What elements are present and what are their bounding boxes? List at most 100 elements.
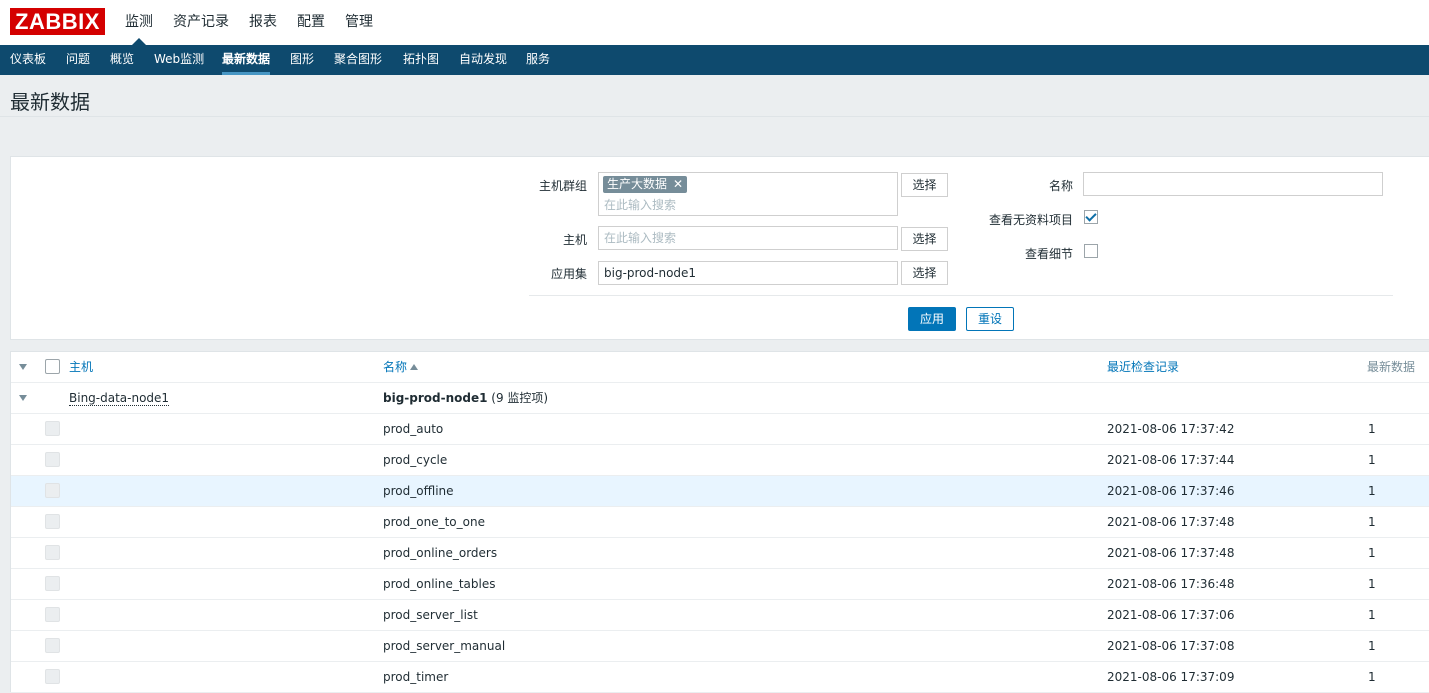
sort-asc-icon bbox=[410, 364, 419, 370]
sub-nav-latest-data[interactable]: 最新数据 bbox=[222, 45, 271, 75]
host-group-tag-label: 生产大数据 bbox=[607, 177, 668, 191]
host-input[interactable]: 在此输入搜索 bbox=[598, 226, 898, 250]
name-label: 名称 bbox=[1048, 179, 1073, 193]
table-row: prod_server_list 2021-08-06 17:37:06 1 bbox=[11, 600, 1429, 631]
show-details-checkbox[interactable] bbox=[1084, 244, 1098, 258]
main-nav-inventory[interactable]: 资产记录 bbox=[173, 0, 229, 45]
item-name: prod_timer bbox=[383, 670, 449, 684]
row-checkbox[interactable] bbox=[45, 514, 60, 529]
item-last-value: 1 bbox=[1368, 608, 1376, 622]
item-last-value: 1 bbox=[1368, 484, 1376, 498]
latest-data-table: 主机 名称 最近检查记录 最新数据 Bing-data-node1 big-pr… bbox=[10, 351, 1429, 693]
host-group-label: 主机群组 bbox=[538, 179, 587, 193]
reset-button[interactable]: 重设 bbox=[966, 307, 1014, 331]
main-nav-administration[interactable]: 管理 bbox=[345, 0, 373, 45]
host-group-placeholder: 在此输入搜索 bbox=[604, 198, 677, 212]
host-group-select-button[interactable]: 选择 bbox=[901, 173, 948, 197]
select-all-checkbox[interactable] bbox=[45, 359, 60, 374]
title-divider bbox=[0, 116, 1429, 117]
table-row: prod_offline 2021-08-06 17:37:46 1 bbox=[11, 476, 1429, 507]
column-name[interactable]: 名称 bbox=[383, 352, 419, 382]
row-checkbox[interactable] bbox=[45, 421, 60, 436]
item-name: prod_cycle bbox=[383, 453, 448, 467]
main-nav-monitoring[interactable]: 监测 bbox=[125, 0, 153, 45]
main-nav-reports[interactable]: 报表 bbox=[249, 0, 277, 45]
name-input[interactable] bbox=[1083, 172, 1383, 196]
table-row: prod_server_manual 2021-08-06 17:37:08 1 bbox=[11, 631, 1429, 662]
show-no-data-label: 查看无资料项目 bbox=[988, 213, 1073, 227]
item-name: prod_server_list bbox=[383, 608, 478, 622]
item-name: prod_offline bbox=[383, 484, 454, 498]
application-select-button[interactable]: 选择 bbox=[901, 261, 948, 285]
sub-nav-graphs[interactable]: 图形 bbox=[290, 45, 314, 75]
host-select-button[interactable]: 选择 bbox=[901, 227, 948, 251]
row-checkbox[interactable] bbox=[45, 607, 60, 622]
table-row: prod_online_orders 2021-08-06 17:37:48 1 bbox=[11, 538, 1429, 569]
item-last-check: 2021-08-06 17:37:48 bbox=[1107, 546, 1235, 560]
column-last-value: 最新数据 bbox=[1367, 360, 1416, 374]
table-row: prod_one_to_one 2021-08-06 17:37:48 1 bbox=[11, 507, 1429, 538]
row-checkbox[interactable] bbox=[45, 452, 60, 467]
row-checkbox[interactable] bbox=[45, 576, 60, 591]
row-checkbox[interactable] bbox=[45, 638, 60, 653]
collapse-all-icon[interactable] bbox=[19, 364, 27, 370]
column-host[interactable]: 主机 bbox=[69, 352, 93, 382]
zabbix-logo[interactable]: ZABBIX bbox=[10, 8, 105, 35]
table-header: 主机 名称 最近检查记录 最新数据 bbox=[11, 352, 1429, 383]
host-group-multiselect[interactable]: 生产大数据 ✕ 在此输入搜索 bbox=[598, 172, 898, 216]
column-name-label: 名称 bbox=[383, 360, 408, 374]
item-last-value: 1 bbox=[1368, 515, 1376, 529]
group-item-count: (9 监控项) bbox=[491, 391, 549, 405]
item-name: prod_one_to_one bbox=[383, 515, 485, 529]
page-title: 最新数据 bbox=[10, 90, 90, 114]
row-checkbox[interactable] bbox=[45, 545, 60, 560]
host-group-tag: 生产大数据 ✕ bbox=[603, 176, 688, 193]
remove-tag-icon[interactable]: ✕ bbox=[673, 176, 683, 193]
item-name: prod_online_orders bbox=[383, 546, 498, 560]
main-nav-configuration[interactable]: 配置 bbox=[297, 0, 325, 45]
group-app-name: big-prod-node1 bbox=[383, 391, 488, 405]
table-row: prod_auto 2021-08-06 17:37:42 1 bbox=[11, 414, 1429, 445]
row-checkbox[interactable] bbox=[45, 483, 60, 498]
host-link[interactable]: Bing-data-node1 bbox=[69, 391, 170, 406]
item-last-value: 1 bbox=[1368, 577, 1376, 591]
sub-nav-services[interactable]: 服务 bbox=[526, 45, 550, 75]
show-details-label: 查看细节 bbox=[1024, 247, 1073, 261]
sub-nav-web[interactable]: Web监测 bbox=[154, 45, 204, 75]
main-nav: 监测 资产记录 报表 配置 管理 bbox=[125, 0, 393, 45]
item-last-check: 2021-08-06 17:37:06 bbox=[1107, 608, 1235, 622]
item-last-check: 2021-08-06 17:37:42 bbox=[1107, 422, 1235, 436]
sub-nav-discovery[interactable]: 自动发现 bbox=[459, 45, 507, 75]
apply-button[interactable]: 应用 bbox=[908, 307, 956, 331]
filter-panel: 主机群组 生产大数据 ✕ 在此输入搜索 选择 主机 在此输入搜索 选择 应用集 … bbox=[10, 156, 1429, 340]
sub-nav-screens[interactable]: 聚合图形 bbox=[334, 45, 382, 75]
item-last-check: 2021-08-06 17:37:46 bbox=[1107, 484, 1235, 498]
item-name: prod_auto bbox=[383, 422, 444, 436]
group-app: big-prod-node1 (9 监控项) bbox=[383, 383, 548, 413]
item-name: prod_online_tables bbox=[383, 577, 496, 591]
sub-nav-dashboard[interactable]: 仪表板 bbox=[10, 45, 46, 75]
top-header: ZABBIX 监测 资产记录 报表 配置 管理 bbox=[0, 0, 1429, 45]
filter-divider bbox=[529, 295, 1393, 296]
table-row: prod_online_tables 2021-08-06 17:36:48 1 bbox=[11, 569, 1429, 600]
item-last-value: 1 bbox=[1368, 422, 1376, 436]
application-label: 应用集 bbox=[550, 267, 587, 281]
column-last-check[interactable]: 最近检查记录 bbox=[1107, 352, 1179, 382]
item-last-check: 2021-08-06 17:36:48 bbox=[1107, 577, 1235, 591]
item-last-value: 1 bbox=[1368, 639, 1376, 653]
host-label: 主机 bbox=[562, 233, 587, 247]
item-last-check: 2021-08-06 17:37:08 bbox=[1107, 639, 1235, 653]
item-last-value: 1 bbox=[1368, 546, 1376, 560]
item-last-check: 2021-08-06 17:37:09 bbox=[1107, 670, 1235, 684]
table-row: prod_cycle 2021-08-06 17:37:44 1 bbox=[11, 445, 1429, 476]
sub-nav: 仪表板 问题 概览 Web监测 最新数据 图形 聚合图形 拓扑图 自动发现 服务 bbox=[0, 45, 1429, 75]
sub-nav-problems[interactable]: 问题 bbox=[66, 45, 90, 75]
sub-nav-maps[interactable]: 拓扑图 bbox=[403, 45, 439, 75]
sub-nav-overview[interactable]: 概览 bbox=[110, 45, 134, 75]
row-checkbox[interactable] bbox=[45, 669, 60, 684]
group-row: Bing-data-node1 big-prod-node1 (9 监控项) bbox=[11, 383, 1429, 414]
application-input[interactable]: big-prod-node1 bbox=[598, 261, 898, 285]
item-last-value: 1 bbox=[1368, 453, 1376, 467]
collapse-group-icon[interactable] bbox=[19, 395, 27, 401]
show-no-data-checkbox[interactable] bbox=[1084, 210, 1098, 224]
